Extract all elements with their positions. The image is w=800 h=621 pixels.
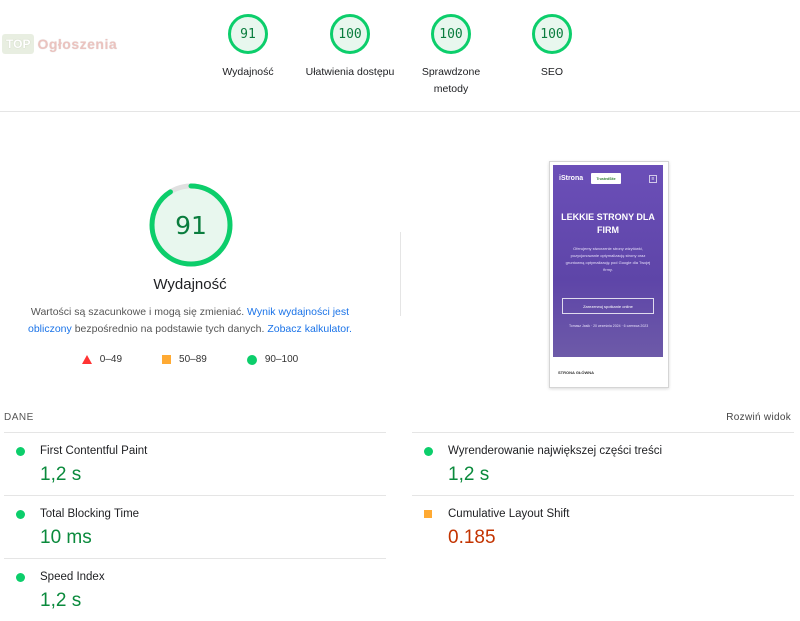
metric-name: Speed Index [40,571,105,583]
good-indicator-icon [424,447,433,456]
gauge-best-practices[interactable]: 100 Sprawdzone metody [396,14,506,98]
expand-view-toggle[interactable]: Rozwiń widok [726,412,791,423]
triangle-icon [81,355,92,364]
circle-icon [16,447,25,456]
metric-name: Total Blocking Time [40,508,140,520]
gauge-score: 91 [240,26,256,42]
gauge-label: Wydajność [222,66,274,78]
metric-tbt: Total Blocking Time 10 ms [4,495,386,558]
legend-average: 50–89 [162,354,207,365]
circle-icon [246,354,257,365]
metrics-right-column: Wyrenderowanie największej części treści… [412,432,794,558]
hero-text: Oferujemy stworzenie strony wizytówki, p… [565,246,651,272]
gauge-label: Ułatwienia dostępu [305,66,395,78]
desc-text-mid: bezpośrednio na podstawie tych danych. [74,323,265,335]
calculator-link[interactable]: Zobacz kalkulator. [267,323,352,335]
trusted-badge: TrustedSite [591,173,621,184]
good-indicator-icon [16,447,25,456]
metric-lcp: Wyrenderowanie największej części treści… [412,432,794,495]
vertical-divider [400,232,401,316]
good-indicator-icon [16,573,25,582]
main-performance-gauge: 91 [148,182,234,268]
main-label: Wydajność [153,276,227,293]
legend-range: 50–89 [179,354,207,365]
gauge-ring: 100 [431,14,471,54]
site-footer-label: STRONA GŁÓWNA [558,370,595,375]
circle-icon [16,510,25,519]
legend-poor: 0–49 [81,354,123,365]
legend-range: 0–49 [99,354,123,365]
metric-value: 0.185 [448,527,496,548]
metric-value: 10 ms [40,527,92,548]
main-score: 91 [175,210,207,240]
metric-name: First Contentful Paint [40,445,148,457]
gauge-score: 100 [439,26,463,42]
metric-value: 1,2 s [448,464,490,485]
hamburger-icon: ≡ [649,175,657,183]
hero-title: LEKKIE STRONY DLA FIRM [561,212,655,235]
average-indicator-icon [424,510,432,518]
metric-cls: Cumulative Layout Shift 0.185 [412,495,794,558]
gauge-ring: 100 [330,14,370,54]
gauge-performance[interactable]: 91 Wydajność [193,14,303,81]
hero-button: Zarezerwuj spotkanie online [562,298,654,314]
legend-range: 90–100 [264,354,299,365]
section-title: DANE [4,412,34,423]
gauge-score: 100 [338,26,362,42]
metric-speed-index: Speed Index 1,2 s [4,558,386,621]
metrics-left-column: First Contentful Paint 1,2 s Total Block… [4,432,386,621]
gauge-label: SEO [540,66,564,78]
legend-good: 90–100 [246,354,299,365]
circle-icon [424,447,433,456]
square-icon [424,510,432,518]
gauge-label-line2: metody [433,83,469,95]
metric-fcp: First Contentful Paint 1,2 s [4,432,386,495]
gauge-score: 100 [540,26,564,42]
score-description: Wartości są szacunkowe i mogą się zmieni… [20,304,360,338]
gauge-ring: 91 [228,14,268,54]
metric-value: 1,2 s [40,464,82,485]
gauge-label: Sprawdzone metody [396,64,506,98]
good-indicator-icon [16,510,25,519]
gauge-ring: 100 [532,14,572,54]
desc-text: Wartości są szacunkowe i mogą się zmieni… [30,306,245,318]
score-legend: 0–49 50–89 90–100 [0,354,380,365]
circle-icon [16,573,25,582]
square-icon [162,355,172,364]
gauge-label-line1: Sprawdzone [421,66,481,78]
metric-name: Cumulative Layout Shift [448,508,570,520]
metric-name: Wyrenderowanie największej części treści [448,445,663,457]
site-brand: iStrona [559,175,584,182]
page-screenshot-thumbnail[interactable]: iStrona TrustedSite ≡ LEKKIE STRONY DLA … [549,161,669,388]
hero-meta: Tomasz Jasik · 20 września 2024 · 6 czer… [569,324,649,328]
category-gauges: 91 Wydajność 100 Ułatwienia dostępu 100 … [0,14,800,104]
gauge-seo[interactable]: 100 SEO [497,14,607,81]
gauge-accessibility[interactable]: 100 Ułatwienia dostępu [295,14,405,81]
phone-screen: iStrona TrustedSite ≡ LEKKIE STRONY DLA … [553,165,663,357]
metric-value: 1,2 s [40,590,82,611]
divider [0,111,800,112]
